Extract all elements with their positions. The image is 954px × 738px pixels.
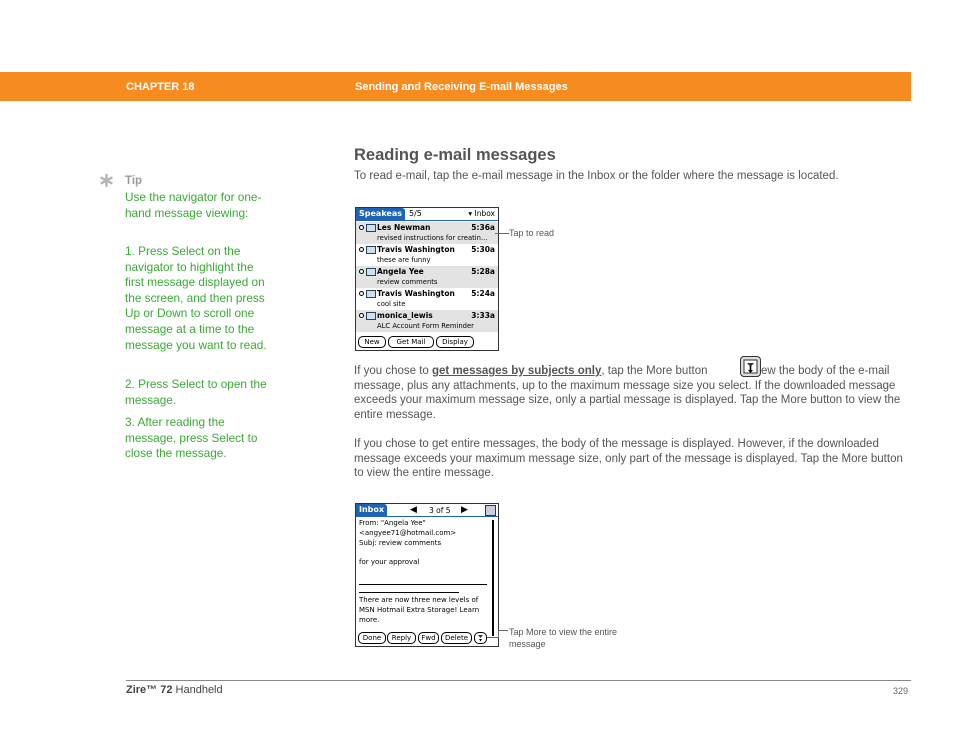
section-title: Reading e-mail messages [354,146,556,164]
envelope-icon [366,246,376,254]
callout-leader [487,637,498,638]
folder-picker[interactable]: ▾ Inbox [468,209,495,218]
tip-label: Tip [125,175,143,187]
message-sender: Travis Washington [377,289,455,298]
envelope-icon [366,290,376,298]
chapter-title: Sending and Receiving E-mail Messages [355,81,568,93]
message-count: 5/5 [409,209,422,218]
tip-step-1: 1. Press Select on the navigator to high… [125,244,267,352]
prev-arrow-icon[interactable]: ◀ [410,505,417,515]
scrollbar[interactable] [492,520,494,636]
envelope-icon [366,312,376,320]
from-line: From: "Angela Yee" [359,519,426,527]
footer-line: There are now three new levels of [359,596,479,604]
message-time: 5:30a [471,245,495,254]
para-text: , tap the More button [601,365,711,377]
product-name: Zire™ 72 Handheld [126,684,223,696]
message-position: 3 of 5 [429,506,451,515]
get-mail-button[interactable]: Get Mail [388,336,434,348]
subject-line: Subj: review comments [359,539,442,547]
tip-intro: Use the navigator for one-hand message v… [125,190,262,220]
email-line: <angyee71@hotmail.com> [359,529,457,537]
footer-line: MSN Hotmail Extra Storage! Learn [359,606,480,614]
message-sender: Les Newman [377,223,431,232]
more-button-icon [740,356,761,377]
message-time: 5:24a [471,289,495,298]
message-row[interactable]: Angela Yee 5:28a review comments [356,266,498,288]
callout-leader [498,630,499,638]
inbox-screenshot: Speakeas 5/5 ▾ Inbox Les Newman 5:36a re… [355,207,499,351]
message-sender: Angela Yee [377,267,424,276]
callout-leader [498,630,508,631]
tip-step-3: 3. After reading the message, press Sele… [125,415,258,461]
message-subject: these are funny [377,256,431,264]
callout-leader [495,233,509,234]
unread-bullet-icon [359,313,364,318]
unread-bullet-icon [359,247,364,252]
unread-bullet-icon [359,291,364,296]
message-time: 5:36a [471,223,495,232]
message-row[interactable]: monica_lewis 3:33a ALC Account Form Remi… [356,310,498,332]
product-type: Handheld [172,684,223,696]
para-text: If you chose to [354,365,432,377]
display-button[interactable]: Display [436,336,474,348]
delete-button[interactable]: Delete [441,632,472,644]
message-subject: cool site [377,300,406,308]
forward-button[interactable]: Fwd [418,632,439,644]
asterisk-icon [100,174,113,187]
message-screenshot: Inbox ◀ 3 of 5 ▶ From: "Angela Yee" <ang… [355,503,499,647]
envelope-icon [366,224,376,232]
subjects-only-paragraph: If you chose to get messages by subjects… [354,364,914,422]
message-sender: monica_lewis [377,311,433,320]
message-subject: review comments [377,278,438,286]
more-button[interactable] [474,632,487,644]
chapter-number: CHAPTER 18 [126,81,195,93]
product-model: Zire™ 72 [126,684,173,696]
reply-button[interactable]: Reply [387,632,416,644]
tip-step-2: 2. Press Select to open the message. [125,377,267,407]
title-rule [356,516,498,517]
app-tab: Speakeas [356,208,406,220]
message-row[interactable]: Les Newman 5:36a revised instructions fo… [356,222,498,244]
next-arrow-icon[interactable]: ▶ [461,505,468,515]
envelope-icon [366,268,376,276]
divider [359,592,459,593]
menu-icon[interactable] [485,505,496,516]
title-rule [356,220,498,221]
unread-bullet-icon [359,269,364,274]
footer-line: more. [359,616,380,624]
message-row[interactable]: Travis Washington 5:30a these are funny [356,244,498,266]
subjects-only-link[interactable]: get messages by subjects only [432,365,601,377]
divider [359,584,487,585]
message-time: 3:33a [471,311,495,320]
entire-messages-paragraph: If you chose to get entire messages, the… [354,438,903,480]
done-button[interactable]: Done [358,632,386,644]
intro-paragraph: To read e-mail, tap the e-mail message i… [354,170,839,182]
message-sender: Travis Washington [377,245,455,254]
new-button[interactable]: New [358,336,386,348]
message-subject: revised instructions for creatin... [377,234,488,242]
message-subject: ALC Account Form Reminder [377,322,474,330]
callout-tap-more: Tap More to view the entire message [509,627,618,649]
unread-bullet-icon [359,225,364,230]
message-time: 5:28a [471,267,495,276]
footer-rule [126,680,911,681]
page-number: 329 [893,686,909,696]
message-row[interactable]: Travis Washington 5:24a cool site [356,288,498,310]
body-line: for your approval [359,558,420,566]
inbox-tab: Inbox [356,504,388,516]
more-arrow-icon [478,635,483,642]
callout-tap-to-read: Tap to read [509,228,555,238]
